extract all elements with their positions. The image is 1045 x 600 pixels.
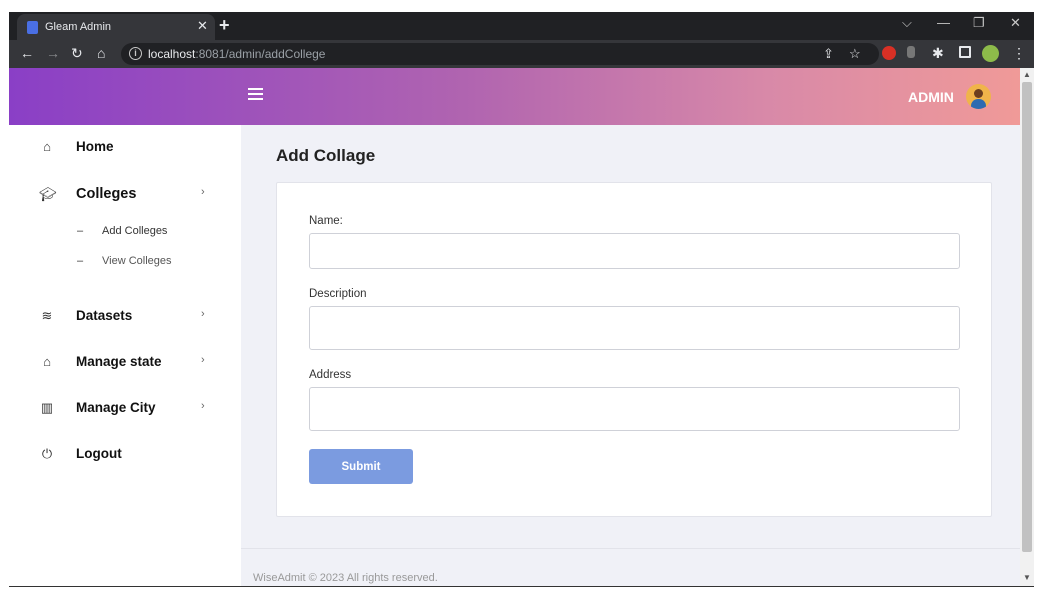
profile-avatar[interactable]	[982, 45, 999, 62]
chevron-right-icon: ›	[201, 400, 205, 412]
browser-toolbar: ← → ↻ ⌂ i localhost:8081/admin/addColleg…	[9, 40, 1034, 68]
site-info-icon[interactable]: i	[129, 47, 142, 60]
name-field[interactable]	[309, 233, 960, 269]
share-icon[interactable]: ⇪	[823, 46, 834, 62]
main-content: Add Collage Name: Description Address Su…	[241, 125, 1020, 587]
chevron-right-icon: ›	[201, 308, 205, 320]
new-tab-button[interactable]: +	[219, 15, 230, 35]
reload-icon[interactable]: ↻	[71, 45, 83, 61]
url-text: localhost:8081/admin/addCollege	[148, 47, 326, 61]
address-bar[interactable]: i localhost:8081/admin/addCollege ⇪ ☆	[121, 43, 879, 65]
minimize-button[interactable]: —	[937, 16, 950, 30]
description-label: Description	[309, 288, 367, 300]
chevron-right-icon: ›	[201, 186, 205, 198]
tab-title: Gleam Admin	[45, 21, 112, 33]
add-college-form: Name: Description Address Submit	[276, 182, 992, 517]
bookmark-star-icon[interactable]: ☆	[849, 46, 861, 62]
sidebar-item-datasets[interactable]: ≋ Datasets ›	[9, 301, 241, 331]
sidebar: ⌂ Home 🎓︎ Colleges › – Add Colleges – Vi…	[9, 125, 241, 587]
address-label: Address	[309, 369, 352, 381]
sidebar-item-manage-state[interactable]: ⌂ Manage state ›	[9, 347, 241, 377]
sidebar-item-label: Datasets	[76, 308, 133, 323]
sidebar-item-logout[interactable]: ⏻ Logout	[9, 439, 241, 469]
browser-window-chrome: Gleam Admin ✕ + ⌵ — ❐ ✕ ← → ↻ ⌂ i localh…	[9, 12, 1034, 68]
footer-copyright: WiseAdmit © 2023 All rights reserved.	[253, 572, 438, 584]
database-icon: ≋	[41, 308, 53, 323]
sidebar-item-label: Colleges	[76, 186, 137, 202]
dash-icon: –	[77, 225, 84, 237]
sidebar-item-label: Home	[76, 139, 114, 154]
hamburger-menu-icon[interactable]	[248, 88, 263, 100]
home-icon[interactable]: ⌂	[97, 45, 105, 61]
address-field[interactable]	[309, 387, 960, 431]
sidebar-item-manage-city[interactable]: ▥ Manage City ›	[9, 393, 241, 423]
dash-icon: –	[77, 255, 84, 267]
app-header: ADMIN	[9, 68, 1020, 125]
forward-icon[interactable]: →	[46, 45, 60, 61]
description-field[interactable]	[309, 306, 960, 350]
graduation-cap-icon: 🎓︎	[39, 186, 57, 202]
chevron-right-icon: ›	[201, 354, 205, 366]
extension-record-icon[interactable]	[882, 46, 896, 60]
side-panel-icon[interactable]	[959, 46, 971, 58]
sidebar-item-label: Manage state	[76, 354, 162, 369]
footer-divider	[241, 548, 1020, 549]
home-outline-icon: ⌂	[43, 139, 51, 154]
back-icon[interactable]: ←	[20, 45, 34, 61]
sidebar-subitem-view-colleges[interactable]: – View Colleges	[9, 253, 241, 273]
sidebar-item-colleges[interactable]: 🎓︎ Colleges ›	[9, 179, 241, 209]
admin-username[interactable]: ADMIN	[908, 89, 954, 105]
restore-button[interactable]: ❐	[973, 16, 985, 30]
tab-close-icon[interactable]: ✕	[197, 19, 208, 33]
close-window-button[interactable]: ✕	[1010, 16, 1021, 30]
name-label: Name:	[309, 215, 343, 227]
scroll-up-icon[interactable]: ▲	[1023, 70, 1031, 79]
power-icon: ⏻	[41, 446, 53, 461]
sidebar-item-label: Manage City	[76, 400, 156, 415]
tab-search-dropdown-icon[interactable]: ⌵	[902, 16, 912, 30]
admin-avatar[interactable]	[966, 84, 991, 109]
sidebar-subitem-add-colleges[interactable]: – Add Colleges	[9, 223, 241, 243]
extensions-puzzle-icon[interactable]: ✱	[932, 45, 944, 61]
sidebar-subitem-label: View Colleges	[102, 255, 172, 267]
page-scrollbar[interactable]: ▲ ▼	[1020, 68, 1034, 587]
sidebar-item-label: Logout	[76, 446, 122, 461]
submit-button[interactable]: Submit	[309, 449, 413, 484]
buildings-icon: ▥	[40, 400, 54, 415]
tab-strip: Gleam Admin ✕ + ⌵ — ❐ ✕	[9, 12, 1034, 40]
sidebar-subitem-label: Add Colleges	[102, 225, 168, 237]
browser-tab[interactable]: Gleam Admin ✕	[17, 14, 215, 40]
scrollbar-thumb[interactable]	[1022, 82, 1032, 552]
favicon-icon	[27, 21, 38, 34]
house-icon: ⌂	[43, 354, 51, 369]
page-title: Add Collage	[276, 146, 376, 165]
window-bottom-border	[9, 586, 1034, 587]
extension-bottle-icon[interactable]	[907, 46, 915, 58]
sidebar-item-home[interactable]: ⌂ Home	[9, 132, 241, 162]
browser-menu-icon[interactable]: ⋮	[1012, 45, 1026, 61]
scroll-down-icon[interactable]: ▼	[1023, 573, 1031, 582]
